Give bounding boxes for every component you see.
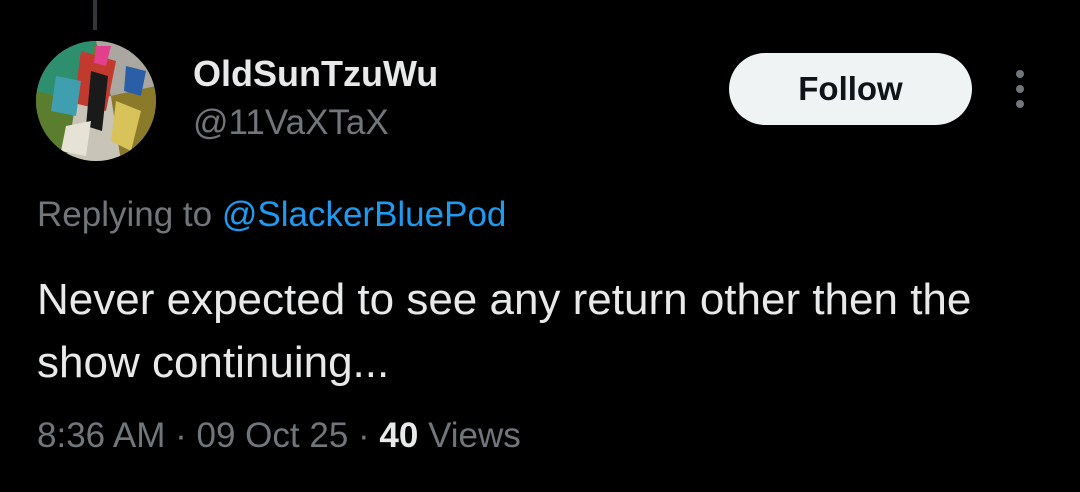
tweet-time[interactable]: 8:36 AM [37,416,165,455]
tweet-date[interactable]: 09 Oct 25 [197,416,349,455]
views-label: Views [418,416,521,455]
follow-button[interactable]: Follow [729,53,972,125]
meta-separator: · [165,416,197,455]
more-vertical-icon[interactable] [1004,66,1036,112]
user-handle[interactable]: @11VaXTaX [193,101,389,145]
avatar[interactable] [36,41,156,161]
display-name[interactable]: OldSunTzuWu [193,52,438,96]
tweet-text: Never expected to see any return other t… [37,275,972,387]
avatar-image [36,41,156,161]
replying-prefix: Replying to [37,195,222,234]
views-count[interactable]: 40 [379,416,418,455]
tweet-meta: 8:36 AM · 09 Oct 25 · 40 Views [37,413,521,459]
more-dot [1016,70,1024,78]
mention-link[interactable]: @SlackerBluePod [222,195,507,234]
meta-separator: · [348,416,380,455]
tweet-detail: OldSunTzuWu @11VaXTaX Follow Replying to… [0,0,1080,492]
more-dot [1016,85,1024,93]
replying-to-line: Replying to @SlackerBluePod [37,192,506,238]
thread-connector-line [93,0,97,30]
more-dot [1016,100,1024,108]
